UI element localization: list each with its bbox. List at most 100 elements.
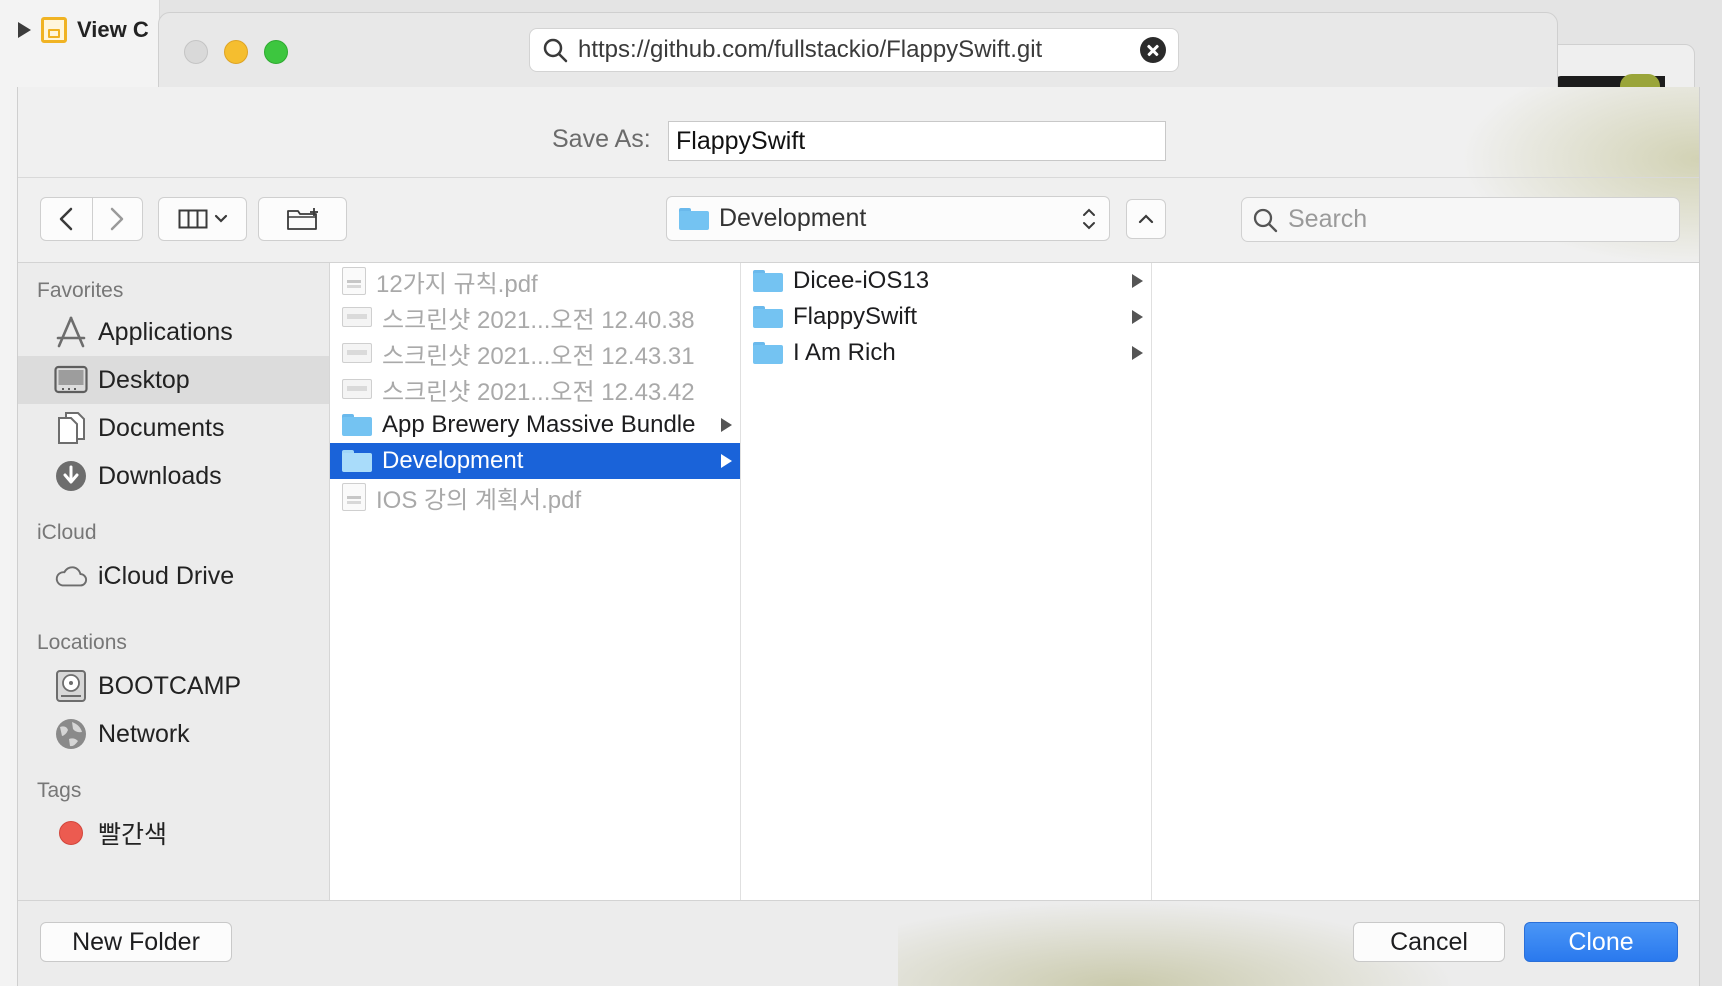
sidebar: Favorites Applications Desktop Documents…	[18, 263, 330, 900]
desktop-icon	[54, 363, 88, 397]
list-item[interactable]: 12가지 규칙.pdf	[330, 263, 740, 299]
zoom-window-button[interactable]	[264, 40, 288, 64]
sidebar-item-documents[interactable]: Documents	[18, 404, 329, 452]
disclosure-arrow-icon	[1132, 346, 1143, 360]
search-input[interactable]	[1288, 205, 1669, 234]
dialog-button-bar: New Folder Cancel Clone	[18, 900, 1699, 986]
clone-window-titlebar: https://github.com/fullstackio/FlappySwi…	[158, 12, 1558, 88]
disclosure-arrow-icon	[721, 454, 732, 468]
chevron-left-icon	[60, 207, 73, 231]
search-icon	[1253, 208, 1278, 232]
folder-icon	[679, 207, 709, 230]
list-item[interactable]: IOS 강의 계획서.pdf	[330, 479, 740, 515]
forward-button[interactable]	[91, 198, 143, 240]
new-folder-button[interactable]: New Folder	[40, 922, 232, 962]
sidebar-item-label: Documents	[98, 413, 225, 442]
dialog-toolbar: Development	[18, 178, 1699, 263]
sidebar-item-downloads[interactable]: Downloads	[18, 452, 329, 500]
image-file-icon	[342, 379, 372, 399]
sidebar-header-favorites: Favorites	[37, 279, 124, 302]
applications-icon	[54, 315, 88, 349]
sidebar-header-tags: Tags	[37, 779, 82, 802]
minimize-window-button[interactable]	[224, 40, 248, 64]
chevron-up-icon	[1138, 214, 1154, 224]
list-item[interactable]: 스크린샷 2021...오전 12.43.42	[330, 371, 740, 407]
chevron-right-icon	[111, 207, 124, 231]
cloud-icon	[54, 559, 88, 593]
search-icon	[543, 38, 568, 63]
list-item[interactable]: 스크린샷 2021...오전 12.43.31	[330, 335, 740, 371]
list-item[interactable]: I Am Rich	[741, 335, 1151, 371]
folder-icon	[753, 270, 783, 292]
sidebar-item-tag-red[interactable]: 빨간색	[18, 809, 329, 857]
sidebar-item-label: Downloads	[98, 461, 222, 490]
image-file-icon	[342, 307, 372, 327]
empty-column	[1152, 263, 1699, 900]
collapse-dialog-button[interactable]	[1126, 199, 1166, 239]
search-field[interactable]	[1241, 197, 1680, 242]
sidebar-item-label: Applications	[98, 317, 233, 346]
disclosure-arrow-icon	[721, 418, 732, 432]
column-view-icon	[178, 209, 207, 229]
sidebar-item-icloud-drive[interactable]: iCloud Drive	[18, 552, 329, 600]
list-item-label: FlappySwift	[793, 303, 918, 330]
list-item-label: I Am Rich	[793, 339, 896, 366]
disclosure-arrow-icon	[1132, 274, 1143, 288]
folder-location-popup[interactable]: Development	[666, 196, 1110, 241]
sidebar-item-network[interactable]: Network	[18, 710, 329, 758]
view-mode-button[interactable]	[158, 197, 247, 241]
sidebar-item-label: 빨간색	[98, 821, 168, 849]
list-item[interactable]: 스크린샷 2021...오전 12.40.38	[330, 299, 740, 335]
pdf-file-icon	[342, 267, 366, 295]
list-item-label: 스크린샷 2021...오전 12.43.31	[382, 342, 695, 370]
save-as-label: Save As:	[552, 125, 651, 153]
sidebar-item-label: Network	[98, 719, 190, 748]
disclosure-arrow-icon	[1132, 310, 1143, 324]
clone-button[interactable]: Clone	[1524, 922, 1678, 962]
globe-icon	[54, 717, 88, 751]
list-item-label: Dicee-iOS13	[793, 267, 930, 294]
cancel-button[interactable]: Cancel	[1353, 922, 1505, 962]
list-item[interactable]: Dicee-iOS13	[741, 263, 1151, 299]
up-down-chevron-icon	[1083, 208, 1095, 229]
new-folder-icon	[286, 208, 318, 230]
list-item-label: IOS 강의 계획서.pdf	[376, 486, 582, 514]
disclosure-triangle-icon[interactable]	[18, 22, 31, 38]
disk-icon	[54, 669, 88, 703]
project-tree-item[interactable]: View C	[18, 14, 157, 46]
save-as-row: Save As:	[18, 87, 1699, 178]
clear-url-icon[interactable]	[1140, 37, 1166, 63]
list-item-label: 12가지 규칙.pdf	[376, 270, 538, 298]
column-browser: 12가지 규칙.pdf 스크린샷 2021...오전 12.40.38 스크린샷…	[330, 263, 1699, 900]
list-item-selected[interactable]: Development	[330, 443, 740, 479]
desktop-column: 12가지 규칙.pdf 스크린샷 2021...오전 12.40.38 스크린샷…	[330, 263, 741, 900]
folder-icon	[342, 414, 372, 436]
tag-color-icon	[54, 816, 88, 850]
list-item[interactable]: App Brewery Massive Bundle	[330, 407, 740, 443]
storyboard-file-icon	[41, 17, 67, 43]
back-forward-group	[40, 197, 143, 241]
save-as-input[interactable]	[668, 121, 1166, 161]
list-item-label: Development	[382, 447, 524, 474]
sidebar-item-desktop[interactable]: Desktop	[18, 356, 329, 404]
image-file-icon	[342, 343, 372, 363]
repository-url-text[interactable]: https://github.com/fullstackio/FlappySwi…	[568, 36, 1140, 64]
development-column: Dicee-iOS13 FlappySwift I Am Rich	[741, 263, 1152, 900]
new-folder-toolbar-button[interactable]	[258, 197, 347, 241]
chevron-down-icon	[214, 214, 227, 223]
documents-icon	[54, 411, 88, 445]
folder-location-label: Development	[719, 204, 867, 232]
sidebar-item-label: iCloud Drive	[98, 561, 235, 590]
downloads-icon	[54, 459, 88, 493]
list-item-label: 스크린샷 2021...오전 12.40.38	[382, 306, 695, 334]
project-tree-item-label: View C	[77, 17, 149, 42]
sidebar-item-applications[interactable]: Applications	[18, 308, 329, 356]
repository-url-field[interactable]: https://github.com/fullstackio/FlappySwi…	[529, 28, 1179, 72]
sidebar-header-locations: Locations	[37, 631, 127, 654]
list-item-label: App Brewery Massive Bundle	[382, 411, 696, 438]
list-item[interactable]: FlappySwift	[741, 299, 1151, 335]
sidebar-item-label: Desktop	[98, 365, 190, 394]
back-button[interactable]	[41, 198, 92, 240]
close-window-button[interactable]	[184, 40, 208, 64]
sidebar-item-bootcamp[interactable]: BOOTCAMP	[18, 662, 329, 710]
